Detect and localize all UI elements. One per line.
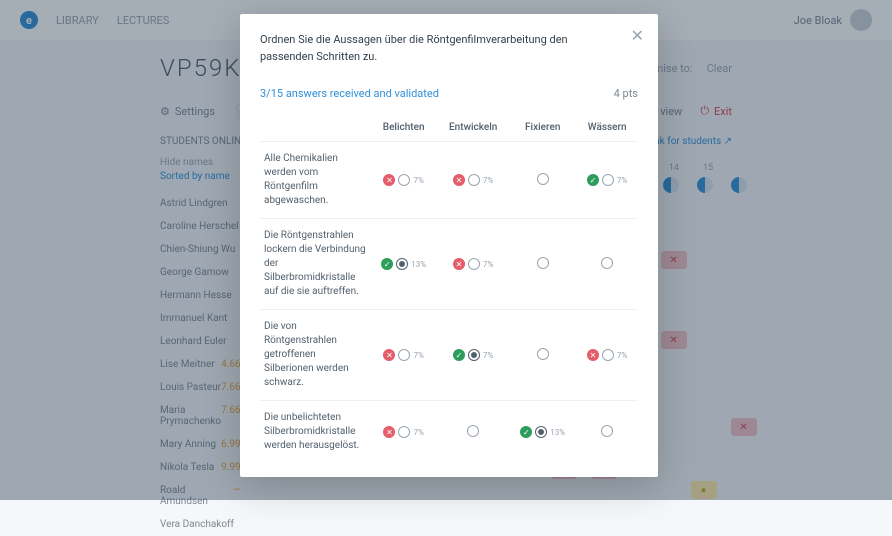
answer-cell <box>509 142 576 219</box>
question-modal: ✕ Ordnen Sie die Aussagen über die Röntg… <box>240 14 658 477</box>
statement-text: Die Röntgenstrahlen lockern die Verbindu… <box>260 219 370 310</box>
answer-cell <box>437 401 509 464</box>
radio-empty[interactable] <box>467 425 479 437</box>
answer-cell <box>509 310 576 401</box>
wrong-icon: ✕ <box>383 426 395 438</box>
answer-cell <box>576 401 638 464</box>
radio-empty[interactable] <box>537 257 549 269</box>
answer-cell: ✕7% <box>370 142 437 219</box>
radio-selected[interactable] <box>396 258 408 270</box>
close-icon[interactable]: ✕ <box>631 26 644 45</box>
matrix-row: Die von Röntgenstrahlen getroffenen Silb… <box>260 310 638 401</box>
column-header: Wässern <box>576 114 638 142</box>
student-row[interactable]: Vera Danchakoff <box>160 513 241 536</box>
radio-empty[interactable] <box>537 348 549 360</box>
matrix-row: Die Röntgenstrahlen lockern die Verbindu… <box>260 219 638 310</box>
points: 4 pts <box>614 87 638 100</box>
statement-text: Die unbelichteten Silberbromidkristalle … <box>260 401 370 464</box>
answer-cell: ✕7% <box>370 310 437 401</box>
column-header <box>260 114 370 142</box>
radio-empty[interactable] <box>468 258 480 270</box>
wrong-icon: ✕ <box>453 174 465 186</box>
radio-empty[interactable] <box>398 349 410 361</box>
answer-matrix: BelichtenEntwickelnFixierenWässern Alle … <box>260 114 638 463</box>
answer-cell: ✕7% <box>437 142 509 219</box>
matrix-row: Alle Chemikalien werden vom Röntgenfilm … <box>260 142 638 219</box>
statement-text: Alle Chemikalien werden vom Röntgenfilm … <box>260 142 370 219</box>
radio-empty[interactable] <box>602 349 614 361</box>
answer-cell: ✓7% <box>576 142 638 219</box>
wrong-icon: ✕ <box>383 349 395 361</box>
answer-cell <box>509 219 576 310</box>
radio-empty[interactable] <box>398 426 410 438</box>
answer-status: 3/15 answers received and validated <box>260 87 439 100</box>
answer-cell: ✓13% <box>370 219 437 310</box>
answer-cell: ✓7% <box>437 310 509 401</box>
answer-cell: ✓13% <box>509 401 576 464</box>
radio-selected[interactable] <box>468 349 480 361</box>
column-header: Entwickeln <box>437 114 509 142</box>
answer-cell <box>576 219 638 310</box>
radio-empty[interactable] <box>602 174 614 186</box>
matrix-row: Die unbelichteten Silberbromidkristalle … <box>260 401 638 464</box>
radio-empty[interactable] <box>601 425 613 437</box>
answer-cell: ✕7% <box>370 401 437 464</box>
statement-text: Die von Röntgenstrahlen getroffenen Silb… <box>260 310 370 401</box>
column-header: Belichten <box>370 114 437 142</box>
radio-empty[interactable] <box>468 174 480 186</box>
correct-icon: ✓ <box>520 426 532 438</box>
radio-empty[interactable] <box>537 173 549 185</box>
question-title: Ordnen Sie die Aussagen über die Röntgen… <box>260 32 638 65</box>
column-header: Fixieren <box>509 114 576 142</box>
correct-icon: ✓ <box>453 349 465 361</box>
wrong-icon: ✕ <box>453 258 465 270</box>
answer-cell: ✕7% <box>437 219 509 310</box>
correct-icon: ✓ <box>587 174 599 186</box>
wrong-icon: ✕ <box>587 349 599 361</box>
answer-cell: ✕7% <box>576 310 638 401</box>
correct-icon: ✓ <box>381 258 393 270</box>
wrong-icon: ✕ <box>383 174 395 186</box>
radio-selected[interactable] <box>535 426 547 438</box>
radio-empty[interactable] <box>601 257 613 269</box>
radio-empty[interactable] <box>398 174 410 186</box>
